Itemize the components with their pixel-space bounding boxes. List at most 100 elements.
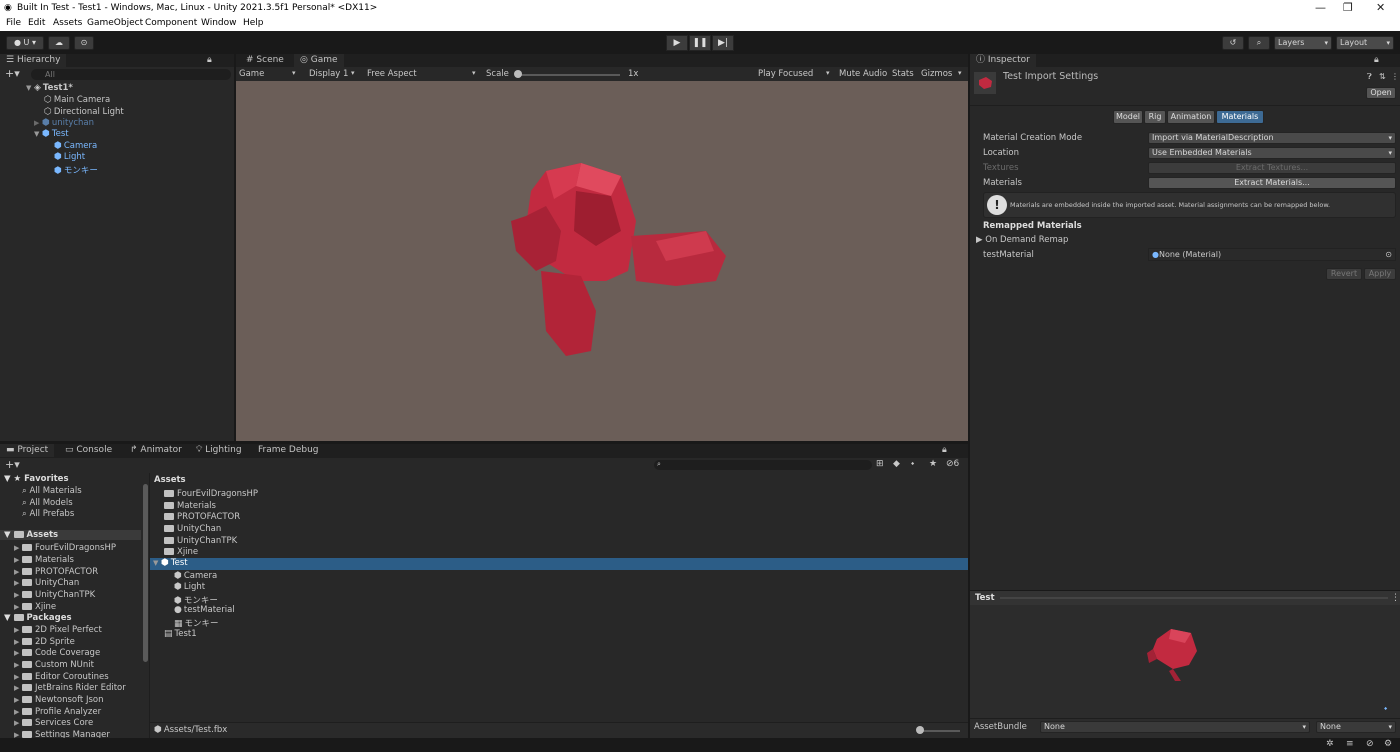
tree-item[interactable]: ▶ Newtonsoft Json (14, 695, 104, 705)
hierarchy-item[interactable]: ⬡ Directional Light (44, 107, 124, 117)
mute-audio-toggle[interactable]: Mute Audio (839, 69, 887, 79)
tab-game[interactable]: ◎ Game (294, 54, 344, 67)
hierarchy-item[interactable]: ⬢ Camera (54, 141, 97, 151)
debug-icon[interactable]: ⊘ (1366, 739, 1374, 749)
hidden-packages-icon[interactable]: ⊘6 (946, 459, 959, 469)
tab-console[interactable]: ▭ Console (59, 444, 118, 457)
material-creation-dropdown[interactable]: Import via MaterialDescription (1148, 132, 1396, 144)
tree-item[interactable]: ⌕ All Models (22, 498, 73, 508)
step-button[interactable]: ▶| (712, 35, 734, 51)
create-icon[interactable]: +▾ (5, 458, 20, 471)
filter-type-icon[interactable]: ⊞ (876, 459, 884, 469)
gizmos-toggle[interactable]: Gizmos (921, 69, 952, 79)
tree-scrollbar[interactable] (143, 484, 148, 662)
bug-icon[interactable]: ✲ (1326, 739, 1334, 749)
favorite-icon[interactable]: ★ (929, 459, 937, 469)
tree-item[interactable]: ▶ 2D Sprite (14, 637, 75, 647)
tab-animation[interactable]: Animation (1167, 110, 1215, 124)
extract-materials-button[interactable]: Extract Materials... (1148, 177, 1396, 189)
content-item[interactable]: PROTOFACTOR (164, 512, 240, 522)
pause-button[interactable]: ❚❚ (689, 35, 711, 51)
more-icon[interactable]: ⋮ (1391, 72, 1399, 81)
content-item[interactable]: Xjine (164, 547, 198, 557)
assets-header[interactable]: ▼ Assets (0, 530, 141, 540)
project-search-input[interactable]: ⌕ (654, 460, 872, 470)
menu-edit[interactable]: Edit (28, 18, 45, 28)
extract-textures-button[interactable]: Extract Textures... (1148, 162, 1396, 174)
content-subitem[interactable]: ⬢ Camera (174, 571, 217, 581)
packages-header[interactable]: ▼ Packages (4, 613, 72, 623)
tag-icon[interactable]: ⬩ (911, 459, 914, 469)
tree-item[interactable]: ▶ FourEvilDragonsHP (14, 543, 116, 553)
tree-item[interactable]: ▶ UnityChan (14, 578, 79, 588)
tab-project[interactable]: ▬ Project (0, 444, 55, 457)
minimize-button[interactable]: — (1315, 1, 1326, 14)
filter-label-icon[interactable]: ◆ (893, 459, 900, 469)
tab-lighting[interactable]: 💡︎ Lighting (190, 444, 248, 457)
scale-slider-track[interactable] (516, 74, 620, 76)
content-item-selected[interactable]: ▼ ⬢ Test (150, 558, 968, 570)
game-viewport[interactable] (236, 81, 968, 441)
scale-slider-handle[interactable] (514, 70, 522, 78)
tab-model[interactable]: Model (1113, 110, 1143, 124)
tree-item[interactable]: ▶ UnityChanTPK (14, 590, 95, 600)
layout-dropdown[interactable]: Layout (1336, 36, 1394, 50)
menu-assets[interactable]: Assets (53, 18, 82, 28)
cloud-icon[interactable]: ☁ (48, 36, 70, 50)
content-item[interactable]: Materials (164, 501, 216, 511)
hierarchy-item[interactable]: ▶ ⬢ unitychan (34, 118, 94, 128)
content-breadcrumb[interactable]: Assets (154, 475, 186, 485)
help-icon[interactable]: ❓︎ (1367, 72, 1372, 82)
menu-window[interactable]: Window (201, 18, 237, 28)
tree-item[interactable]: ▶ Editor Coroutines (14, 672, 109, 682)
menu-file[interactable]: File (6, 18, 21, 28)
content-item[interactable]: UnityChan (164, 524, 221, 534)
add-icon[interactable]: +▾ (5, 67, 20, 80)
tree-item[interactable]: ▶ Profile Analyzer (14, 707, 101, 717)
content-item[interactable]: UnityChanTPK (164, 536, 237, 546)
account-button[interactable]: ● U ▾ (6, 36, 44, 50)
lock-icon[interactable]: 🔒︎ (1374, 55, 1379, 65)
location-dropdown[interactable]: Use Embedded Materials (1148, 147, 1396, 159)
tab-animator[interactable]: ↱ Animator (124, 444, 188, 457)
settings-icon[interactable]: ⚙ (1384, 739, 1392, 749)
close-button[interactable]: ✕ (1376, 1, 1385, 14)
tree-item[interactable]: ▶ JetBrains Rider Editor (14, 683, 126, 693)
object-picker-icon[interactable]: ⊙ (1385, 249, 1392, 260)
play-focused-dropdown[interactable]: Play Focused (758, 69, 813, 79)
tree-item[interactable]: ⌕ All Materials (22, 486, 82, 496)
tree-item[interactable]: ▶ Xjine (14, 602, 56, 612)
preset-icon[interactable]: ⇅ (1379, 72, 1386, 81)
hierarchy-item[interactable]: ⬢ Light (54, 152, 85, 162)
material-object-field[interactable]: ●None (Material) ⊙ (1148, 248, 1396, 261)
content-subitem[interactable]: ⬢ Light (174, 582, 205, 592)
tree-item[interactable]: ▶ PROTOFACTOR (14, 567, 98, 577)
lock-icon[interactable]: 🔒︎ (942, 445, 947, 455)
history-icon[interactable]: ↺ (1222, 36, 1244, 50)
tree-item[interactable]: ⌕ All Prefabs (22, 509, 74, 519)
tab-hierarchy[interactable]: ☰ Hierarchy (0, 54, 67, 67)
content-subitem[interactable]: ● testMaterial (174, 605, 235, 615)
hierarchy-item[interactable]: ⬡ Main Camera (44, 95, 110, 105)
content-subitem[interactable]: ▦ モンキー (174, 617, 219, 629)
favorites-header[interactable]: ▼ ★ Favorites (4, 474, 69, 484)
assetbundle-variant-dropdown[interactable]: None (1316, 721, 1396, 733)
layers-dropdown[interactable]: Layers (1274, 36, 1332, 50)
apply-button[interactable]: Apply (1364, 268, 1396, 280)
maximize-button[interactable]: ❐ (1343, 1, 1353, 14)
hierarchy-item[interactable]: ⬢ モンキー (54, 164, 98, 176)
menu-component[interactable]: Component (145, 18, 197, 28)
collab-icon[interactable]: ⊙ (74, 36, 94, 50)
tree-item[interactable]: ▶ Code Coverage (14, 648, 100, 658)
tab-rig[interactable]: Rig (1144, 110, 1166, 124)
hierarchy-item[interactable]: ▼ ⬢ Test (34, 129, 69, 139)
menu-help[interactable]: Help (243, 18, 264, 28)
hierarchy-search-input[interactable]: All (31, 69, 231, 80)
tab-inspector[interactable]: ⓘ Inspector (970, 54, 1036, 67)
tree-item[interactable]: ▶ Settings Manager (14, 730, 110, 738)
stack-icon[interactable]: ≡ (1346, 739, 1354, 749)
tree-item[interactable]: ▶ 2D Pixel Perfect (14, 625, 102, 635)
play-button[interactable]: ▶ (666, 35, 688, 51)
tab-scene[interactable]: # Scene (240, 54, 290, 67)
tree-item[interactable]: ▶ Custom NUnit (14, 660, 94, 670)
